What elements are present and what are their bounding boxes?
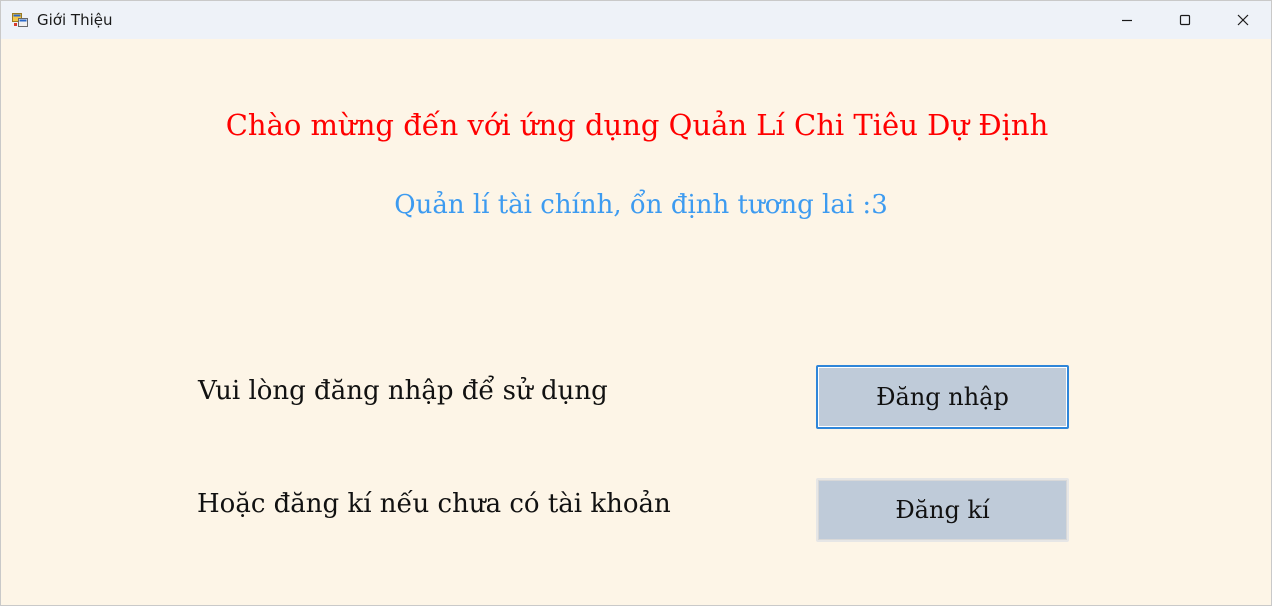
title-bar[interactable]: Giới Thiệu bbox=[1, 1, 1271, 39]
close-icon bbox=[1237, 14, 1249, 26]
minimize-button[interactable] bbox=[1098, 1, 1156, 39]
maximize-icon bbox=[1179, 14, 1191, 26]
login-prompt-label: Vui lòng đăng nhập để sử dụng bbox=[198, 376, 608, 406]
register-button[interactable]: Đăng kí bbox=[816, 478, 1069, 542]
register-prompt-label: Hoặc đăng kí nếu chưa có tài khoản bbox=[197, 489, 671, 519]
slogan-text: Quản lí tài chính, ổn định tương lai :3 bbox=[394, 190, 888, 220]
app-window: Giới Thiệu Chào mừng đến với ứng dụng Qu… bbox=[0, 0, 1272, 606]
minimize-icon bbox=[1121, 14, 1133, 26]
app-icon bbox=[12, 12, 28, 28]
login-button[interactable]: Đăng nhập bbox=[816, 365, 1069, 429]
window-title: Giới Thiệu bbox=[37, 11, 113, 29]
welcome-heading: Chào mừng đến với ứng dụng Quản Lí Chi T… bbox=[225, 108, 1049, 142]
maximize-button[interactable] bbox=[1156, 1, 1214, 39]
form-content: Chào mừng đến với ứng dụng Quản Lí Chi T… bbox=[1, 39, 1271, 605]
close-button[interactable] bbox=[1214, 1, 1271, 39]
